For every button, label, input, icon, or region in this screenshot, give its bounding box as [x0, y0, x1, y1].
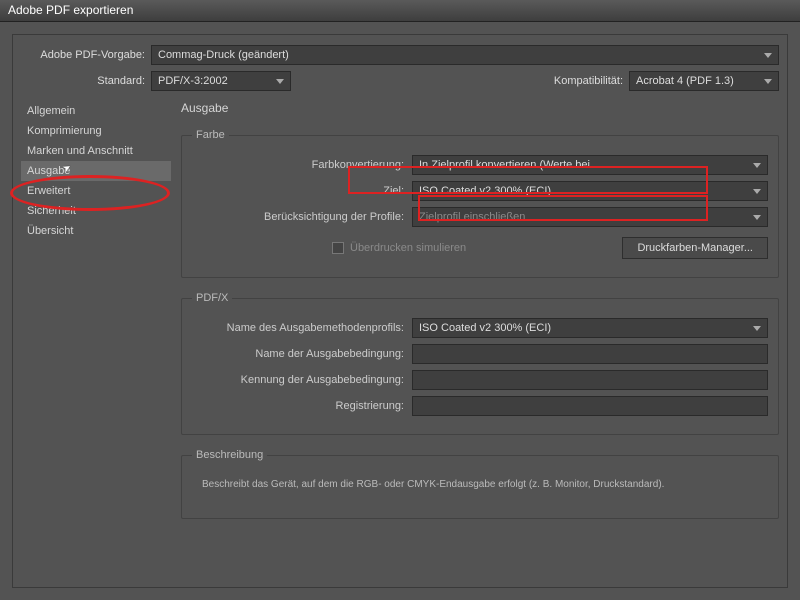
- sidebar-item-uebersicht[interactable]: Übersicht: [21, 221, 171, 241]
- reg-input[interactable]: [412, 396, 768, 416]
- out-cond-input[interactable]: [412, 344, 768, 364]
- preset-row: Adobe PDF-Vorgabe: Commag-Druck (geänder…: [21, 45, 779, 65]
- farbe-group: Farbe Farbkonvertierung: In Zielprofil k…: [181, 129, 779, 278]
- conv-label: Farbkonvertierung:: [192, 159, 412, 171]
- pdfx-legend: PDF/X: [192, 292, 232, 304]
- sidebar-item-sicherheit[interactable]: Sicherheit: [21, 201, 171, 221]
- standard-label: Standard:: [21, 75, 151, 87]
- out-cond-id-label: Kennung der Ausgabebedingung:: [192, 374, 412, 386]
- out-profile-select[interactable]: ISO Coated v2 300% (ECI): [412, 318, 768, 338]
- sidebar-item-erweitert[interactable]: Erweitert: [21, 181, 171, 201]
- overprint-label: Überdrucken simulieren: [350, 242, 466, 254]
- desc-group: Beschreibung Beschreibt das Gerät, auf d…: [181, 449, 779, 519]
- compat-select[interactable]: Acrobat 4 (PDF 1.3): [629, 71, 779, 91]
- out-cond-label: Name der Ausgabebedingung:: [192, 348, 412, 360]
- ziel-select[interactable]: ISO Coated v2 300% (ECI): [412, 181, 768, 201]
- out-cond-id-input[interactable]: [412, 370, 768, 390]
- window-title: Adobe PDF exportieren: [8, 3, 133, 17]
- conv-value: In Zielprofil konvertieren (Werte bei…: [419, 159, 601, 171]
- ink-manager-label: Druckfarben-Manager...: [637, 242, 753, 254]
- standard-value: PDF/X-3:2002: [158, 75, 228, 87]
- conv-select[interactable]: In Zielprofil konvertieren (Werte bei…: [412, 155, 768, 175]
- dialog-body: Adobe PDF-Vorgabe: Commag-Druck (geänder…: [0, 22, 800, 600]
- ink-manager-button[interactable]: Druckfarben-Manager...: [622, 237, 768, 259]
- compat-label: Kompatibilität:: [554, 75, 629, 87]
- preset-label: Adobe PDF-Vorgabe:: [21, 49, 151, 61]
- dialog-panel: Adobe PDF-Vorgabe: Commag-Druck (geänder…: [12, 34, 788, 588]
- window-titlebar: Adobe PDF exportieren: [0, 0, 800, 22]
- content-row: Allgemein Komprimierung Marken und Ansch…: [21, 97, 779, 575]
- sidebar-item-komprimierung[interactable]: Komprimierung: [21, 121, 171, 141]
- preset-select[interactable]: Commag-Druck (geändert): [151, 45, 779, 65]
- standard-select[interactable]: PDF/X-3:2002: [151, 71, 291, 91]
- sidebar-item-ausgabe[interactable]: Ausgabe: [21, 161, 171, 181]
- profile-select: Zielprofil einschließen: [412, 207, 768, 227]
- farbe-legend: Farbe: [192, 129, 229, 141]
- out-profile-value: ISO Coated v2 300% (ECI): [419, 322, 551, 334]
- ziel-value: ISO Coated v2 300% (ECI): [419, 185, 551, 197]
- sidebar: Allgemein Komprimierung Marken und Ansch…: [21, 97, 171, 575]
- out-profile-label: Name des Ausgabemethodenprofils:: [192, 322, 412, 334]
- desc-text: Beschreibt das Gerät, auf dem die RGB- o…: [192, 475, 768, 494]
- compat-value: Acrobat 4 (PDF 1.3): [636, 75, 734, 87]
- main-panel: Ausgabe Farbe Farbkonvertierung: In Ziel…: [171, 97, 779, 575]
- overprint-checkbox: [332, 242, 344, 254]
- page-title: Ausgabe: [181, 101, 779, 115]
- standard-compat-row: Standard: PDF/X-3:2002 Kompatibilität: A…: [21, 71, 779, 91]
- sidebar-item-marken[interactable]: Marken und Anschnitt: [21, 141, 171, 161]
- profile-value: Zielprofil einschließen: [419, 211, 525, 223]
- ziel-label: Ziel:: [192, 185, 412, 197]
- desc-legend: Beschreibung: [192, 449, 267, 461]
- pdfx-group: PDF/X Name des Ausgabemethodenprofils: I…: [181, 292, 779, 435]
- preset-value: Commag-Druck (geändert): [158, 49, 289, 61]
- profile-label: Berücksichtigung der Profile:: [192, 211, 412, 223]
- sidebar-item-allgemein[interactable]: Allgemein: [21, 101, 171, 121]
- reg-label: Registrierung:: [192, 400, 412, 412]
